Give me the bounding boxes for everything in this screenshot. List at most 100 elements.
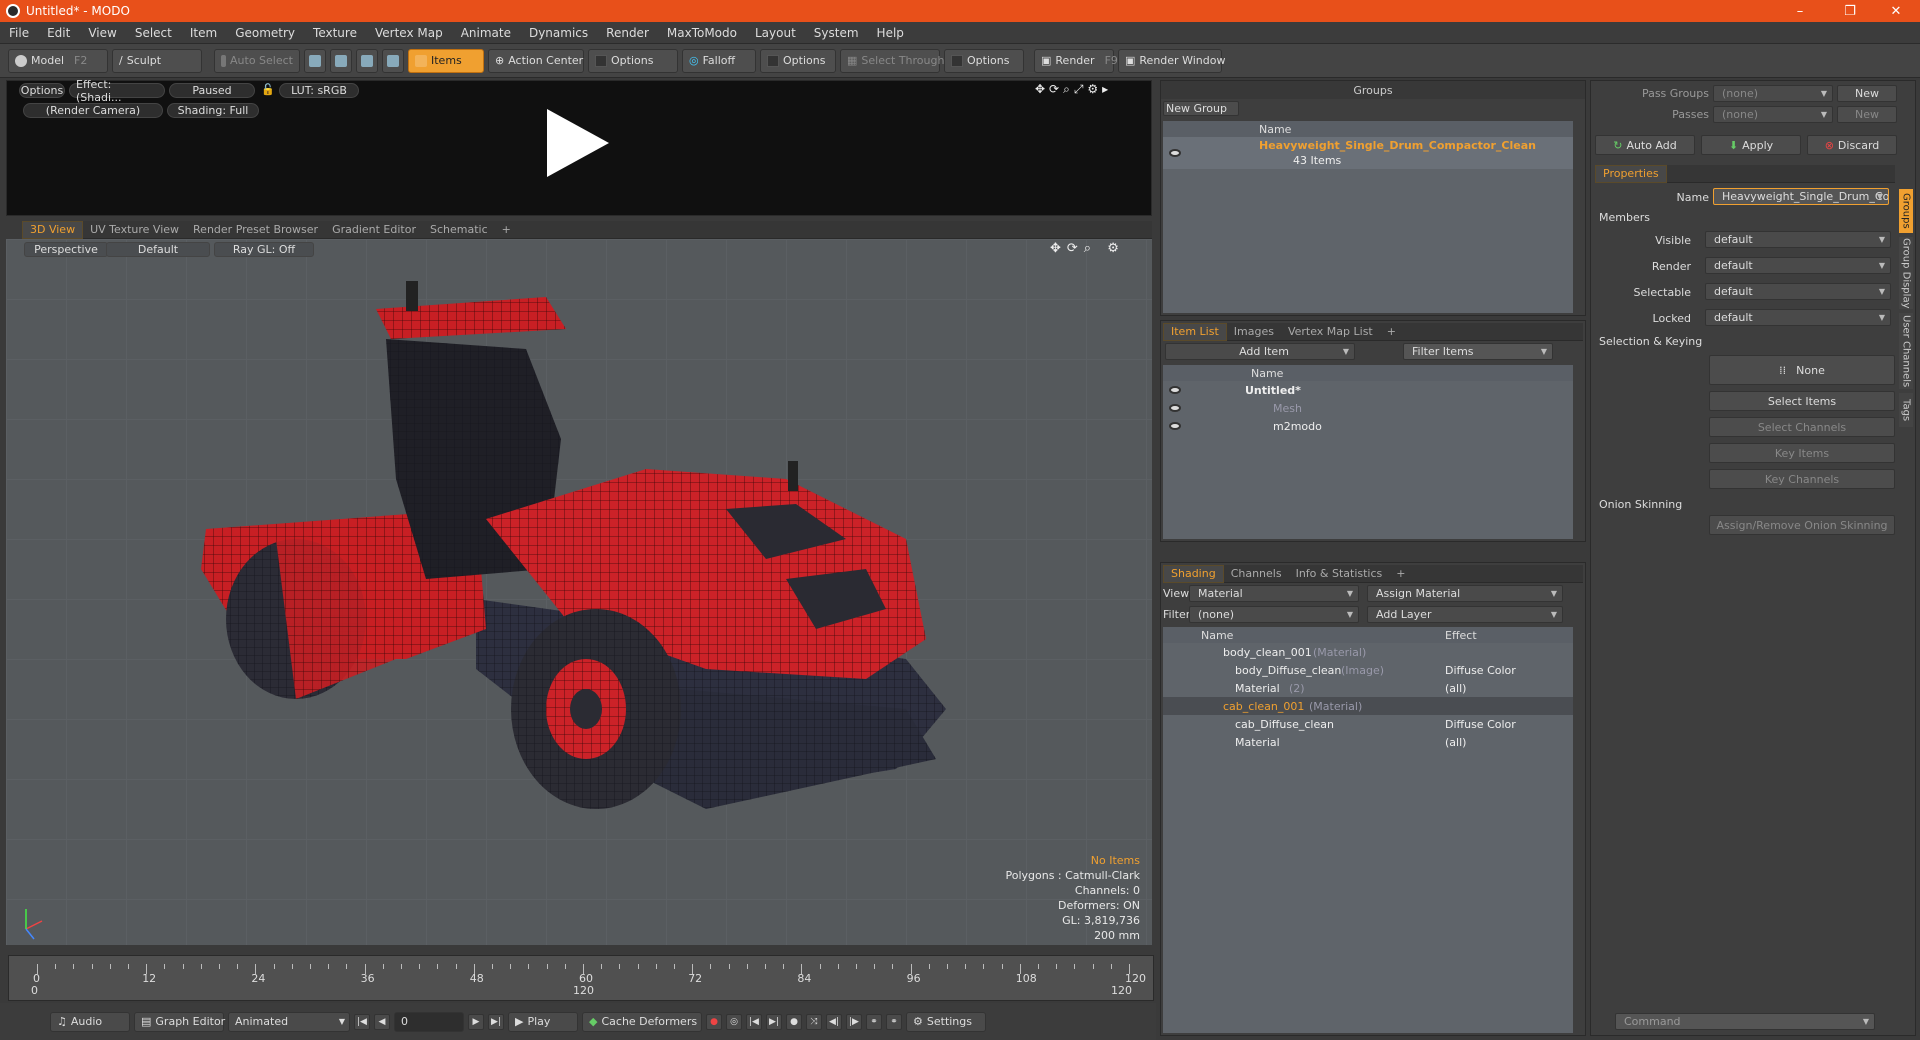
new-pass-button[interactable]: New	[1837, 106, 1897, 123]
add-tab-button[interactable]: +	[495, 221, 518, 239]
timeline[interactable]: 0 12 24 36 48 60 72 84 96 108 120 0 120 120	[8, 955, 1154, 1001]
model-button[interactable]: Model F2	[8, 48, 108, 73]
key-items-button[interactable]: Key Items	[1709, 443, 1895, 463]
prev-frame-button[interactable]: ◀	[374, 1013, 390, 1030]
shader-row[interactable]: cab_Diffuse_clean Diffuse Color	[1163, 715, 1573, 733]
add-tab-button[interactable]: +	[1380, 323, 1403, 341]
menu-texture[interactable]: Texture	[304, 26, 366, 40]
new-pass-group-button[interactable]: New	[1837, 85, 1897, 102]
close-button[interactable]: ✕	[1876, 0, 1916, 22]
play-icon[interactable]	[547, 109, 609, 177]
auto-key-icon[interactable]: ●	[786, 1013, 802, 1030]
key-prev-icon[interactable]: |◀	[746, 1013, 762, 1030]
key-channels-button[interactable]: Key Channels	[1709, 469, 1895, 489]
menu-maxtomodo[interactable]: MaxToModo	[658, 26, 746, 40]
link-icon[interactable]: ⚭	[866, 1013, 882, 1030]
members-section[interactable]: Members	[1599, 211, 1650, 224]
render-dropdown[interactable]: default	[1705, 257, 1891, 274]
render-preview[interactable]: Options Effect: (Shadi... Paused 🔓 LUT: …	[6, 78, 1152, 216]
select-items-button[interactable]: Select Items	[1709, 391, 1895, 411]
shader-row[interactable]: cab_clean_001 (Material)	[1163, 697, 1573, 715]
shading-dropdown[interactable]: Shading: Full	[167, 103, 259, 118]
edges-mode-button[interactable]	[330, 48, 352, 73]
next-frame-button[interactable]: ▶	[468, 1013, 484, 1030]
key-next-icon[interactable]: ▶|	[766, 1013, 782, 1030]
falloff-options-button[interactable]: Options	[760, 48, 836, 73]
tab-3d-view[interactable]: 3D View	[22, 220, 84, 239]
tree-row-untitled[interactable]: Untitled*	[1163, 381, 1573, 399]
polygons-mode-button[interactable]	[356, 48, 378, 73]
visibility-eye-icon[interactable]	[1169, 149, 1181, 157]
menu-item[interactable]: Item	[181, 26, 226, 40]
menu-dynamics[interactable]: Dynamics	[520, 26, 597, 40]
tab-render-preset-browser[interactable]: Render Preset Browser	[186, 221, 325, 239]
shader-row[interactable]: Material (2) (all)	[1163, 679, 1573, 697]
record-icon[interactable]: ●	[706, 1013, 722, 1030]
key-filter-icon[interactable]: ⤨	[806, 1013, 822, 1030]
command-input[interactable]: Command	[1615, 1013, 1875, 1030]
cache-deformers-button[interactable]: ◆ Cache Deformers	[582, 1011, 702, 1032]
items-mode-button[interactable]: Items	[408, 48, 484, 73]
filter-dropdown[interactable]: (none)	[1189, 606, 1359, 623]
shader-row[interactable]: body_clean_001 (Material)	[1163, 643, 1573, 661]
vtab-tags[interactable]: Tags	[1899, 393, 1913, 427]
add-item-dropdown[interactable]: Add Item	[1165, 343, 1355, 360]
lut-dropdown[interactable]: LUT: sRGB	[279, 83, 359, 98]
shader-effect[interactable]: (all)	[1445, 682, 1466, 695]
shader-row[interactable]: Material (all)	[1163, 733, 1573, 751]
filter-items-input[interactable]: Filter Items	[1403, 343, 1553, 360]
assign-material-dropdown[interactable]: Assign Material	[1367, 585, 1563, 602]
falloff-button[interactable]: ◎ Falloff	[682, 48, 756, 73]
preview-nav-icons[interactable]: ✥⟳⌕⤢⚙▸	[1035, 82, 1112, 97]
paused-toggle[interactable]: Paused	[169, 83, 255, 98]
group-row[interactable]: Heavyweight_Single_Drum_Compactor_Clean …	[1163, 137, 1573, 169]
action-center-options-button[interactable]: Options	[588, 48, 678, 73]
play-button[interactable]: ▶ Play	[508, 1011, 578, 1032]
tab-item-list[interactable]: Item List	[1163, 322, 1227, 341]
tree-row-m2modo[interactable]: m2modo	[1163, 417, 1573, 435]
menu-geometry[interactable]: Geometry	[226, 26, 304, 40]
action-center-button[interactable]: ⊕ Action Center	[488, 48, 584, 73]
shader-effect[interactable]: Diffuse Color	[1445, 718, 1516, 731]
first-frame-button[interactable]: |◀	[354, 1013, 370, 1030]
menu-render[interactable]: Render	[597, 26, 658, 40]
add-tab-button[interactable]: +	[1389, 565, 1412, 583]
add-layer-dropdown[interactable]: Add Layer	[1367, 606, 1563, 623]
settings-button[interactable]: ⚙ Settings	[906, 1011, 986, 1032]
vtab-groups[interactable]: Groups	[1899, 189, 1913, 233]
tree-row-mesh[interactable]: Mesh	[1163, 399, 1573, 417]
materials-mode-button[interactable]	[382, 48, 404, 73]
visibility-eye-icon[interactable]	[1169, 404, 1181, 412]
menu-select[interactable]: Select	[126, 26, 181, 40]
menu-edit[interactable]: Edit	[38, 26, 79, 40]
auto-select-button[interactable]: Auto Select	[214, 48, 300, 73]
menu-file[interactable]: File	[0, 26, 38, 40]
last-frame-button[interactable]: ▶|	[488, 1013, 504, 1030]
view-dropdown[interactable]: Material	[1189, 585, 1359, 602]
lock-icon[interactable]: 🔓	[261, 83, 275, 96]
tab-properties[interactable]: Properties	[1595, 164, 1667, 183]
tab-vertex-map-list[interactable]: Vertex Map List	[1281, 323, 1380, 341]
assign-onion-button[interactable]: Assign/Remove Onion Skinning	[1709, 515, 1895, 535]
visible-dropdown[interactable]: default	[1705, 231, 1891, 248]
vertices-mode-button[interactable]	[304, 48, 326, 73]
link2-icon[interactable]: ⚭	[886, 1013, 902, 1030]
auto-add-button[interactable]: ↻ Auto Add	[1595, 135, 1695, 155]
name-input[interactable]: Heavyweight_Single_Drum_Compac	[1713, 188, 1889, 205]
shader-row[interactable]: body_Diffuse_clean (Image) Diffuse Color	[1163, 661, 1573, 679]
render-window-button[interactable]: ▣ Render Window	[1118, 48, 1225, 73]
menu-layout[interactable]: Layout	[746, 26, 805, 40]
tab-uv-texture-view[interactable]: UV Texture View	[83, 221, 186, 239]
passes-dropdown[interactable]: (none)	[1713, 106, 1833, 123]
discard-button[interactable]: ⊗ Discard	[1807, 135, 1897, 155]
vtab-user-channels[interactable]: User Channels	[1899, 313, 1913, 389]
select-channels-button[interactable]: Select Channels	[1709, 417, 1895, 437]
shader-effect[interactable]: (all)	[1445, 736, 1466, 749]
onion-skinning-section[interactable]: Onion Skinning	[1599, 498, 1682, 511]
tab-gradient-editor[interactable]: Gradient Editor	[325, 221, 423, 239]
sculpt-button[interactable]: / Sculpt	[112, 48, 202, 73]
new-group-button[interactable]: New Group	[1163, 101, 1239, 116]
visibility-eye-icon[interactable]	[1169, 422, 1181, 430]
render-camera-dropdown[interactable]: (Render Camera)	[23, 103, 163, 118]
pass-groups-dropdown[interactable]: (none)	[1713, 85, 1833, 102]
